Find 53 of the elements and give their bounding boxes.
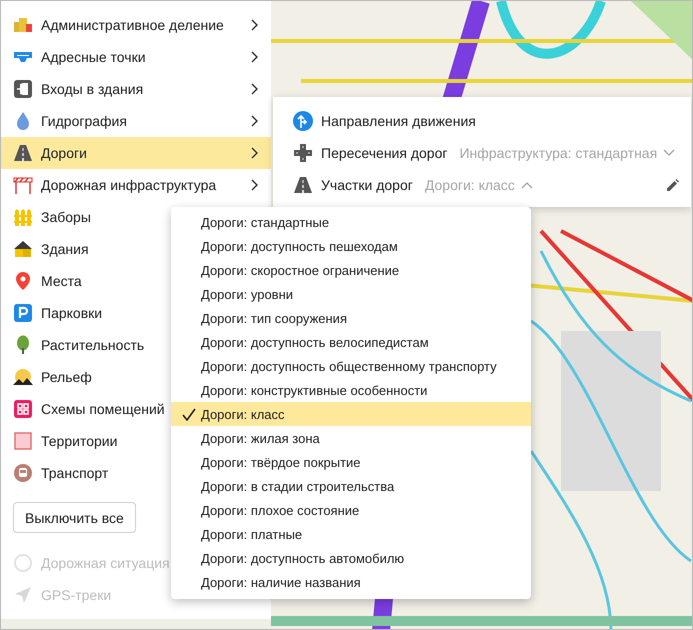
road-icon	[13, 143, 33, 163]
style-option[interactable]: Дороги: уровни	[171, 282, 531, 306]
parking-icon	[13, 303, 33, 323]
style-option[interactable]: Дороги: твёрдое покрытие	[171, 450, 531, 474]
sun-mountain-icon	[13, 367, 33, 387]
style-option[interactable]: Дороги: жилая зона	[171, 426, 531, 450]
style-option[interactable]: Дороги: плохое состояние	[171, 498, 531, 522]
chevron-icon	[249, 114, 259, 128]
style-option[interactable]: Дороги: доступность автомобилю	[171, 546, 531, 570]
barrier-icon	[13, 175, 33, 195]
navigation-arrow-icon	[13, 585, 33, 605]
floor-plan-icon	[13, 399, 33, 419]
area-icon	[13, 431, 33, 451]
house-icon	[13, 239, 33, 259]
layer-item[interactable]: Входы в здания	[1, 73, 271, 105]
layer-label: Участки дорог	[321, 177, 413, 193]
check-icon	[182, 408, 196, 421]
layer-item[interactable]: Адресные точки	[1, 41, 271, 73]
chevron-icon	[520, 181, 533, 189]
layer-label: Пересечения дорог	[321, 145, 448, 161]
chevron-icon	[249, 178, 259, 192]
style-option[interactable]: Дороги: доступность общественному транспорту	[171, 354, 531, 378]
style-option[interactable]: Дороги: конструктивные особенности	[171, 378, 531, 402]
pencil-icon[interactable]	[667, 179, 679, 191]
style-option[interactable]: Дороги: тип сооружения	[171, 306, 531, 330]
style-option[interactable]: Дороги: платные	[171, 522, 531, 546]
layer-item[interactable]: Дорожная инфраструктура	[1, 169, 271, 201]
turn-off-all-button[interactable]: Выключить все	[13, 502, 136, 533]
style-option[interactable]: Дороги: доступность пешеходам	[171, 234, 531, 258]
road-icon	[293, 175, 313, 195]
style-option[interactable]: Дороги: скоростное ограничение	[171, 258, 531, 282]
chevron-icon	[249, 50, 259, 64]
layer-item[interactable]: Административное деление	[1, 9, 271, 41]
style-option[interactable]: Дороги: в стадии строительства	[171, 474, 531, 498]
style-option[interactable]: Дороги: класс	[171, 402, 531, 426]
chevron-icon	[249, 18, 259, 32]
fence-icon	[13, 207, 33, 227]
circle-icon	[13, 553, 33, 573]
style-option[interactable]: Дороги: наличие названия	[171, 570, 531, 594]
direction-icon	[293, 111, 313, 131]
layer-item[interactable]: Гидрография	[1, 105, 271, 137]
chevron-icon	[249, 82, 259, 96]
style-option[interactable]: Дороги: стандартные	[171, 210, 531, 234]
door-icon	[13, 79, 33, 99]
layer-label: Направления движения	[321, 113, 476, 129]
pin-icon	[13, 271, 33, 291]
crossroads-icon	[293, 143, 313, 163]
layer-item[interactable]: Дороги	[1, 137, 271, 169]
bus-icon	[13, 463, 33, 483]
style-option[interactable]: Дороги: доступность велосипедистам	[171, 330, 531, 354]
chevron-icon	[249, 146, 259, 160]
chevron-icon	[663, 149, 676, 157]
building-icon	[13, 15, 33, 35]
